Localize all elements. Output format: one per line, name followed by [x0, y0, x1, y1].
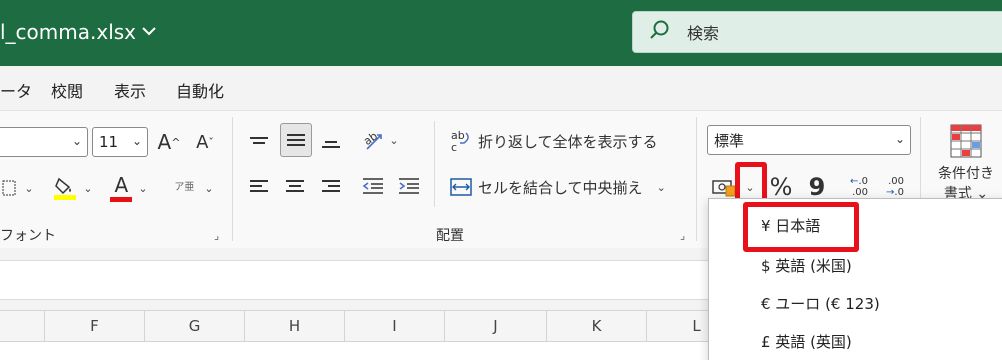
accounting-format-button[interactable]	[710, 173, 738, 201]
number-format-combo[interactable]: 標準 ⌄	[707, 125, 911, 155]
title-bar: l_comma.xlsx 検索	[0, 0, 1002, 66]
increase-decimal-top: .0	[858, 176, 868, 187]
accounting-format-icon	[712, 180, 736, 197]
column-header-h[interactable]: H	[245, 311, 345, 341]
menu-item-dollar[interactable]: $ 英語 (米国)	[761, 255, 852, 276]
column-header-k[interactable]: K	[547, 311, 647, 341]
fill-color-button[interactable]: ⌄	[50, 171, 96, 205]
decrease-decimal-top: .00	[888, 176, 904, 187]
chevron-down-icon	[142, 24, 156, 40]
align-bottom-icon	[322, 138, 340, 151]
chevron-down-icon: ⌄	[24, 181, 34, 195]
decrease-indent-icon	[362, 178, 383, 194]
align-center-button[interactable]	[282, 171, 308, 201]
font-size-combo[interactable]: 11 ⌄	[92, 127, 148, 157]
merge-center-label: セルを結合して中央揃え	[478, 178, 643, 197]
column-header-g[interactable]: G	[145, 311, 245, 341]
inner-divider	[434, 121, 435, 207]
align-middle-button[interactable]	[280, 123, 312, 157]
font-color-button[interactable]: A ⌄	[106, 171, 152, 205]
search-icon	[649, 19, 671, 45]
menu-item-pound[interactable]: £ 英語 (英国)	[761, 331, 852, 352]
font-color-letter: A	[114, 172, 129, 197]
chevron-down-icon: ⌄	[71, 134, 82, 148]
search-placeholder: 検索	[687, 24, 720, 43]
column-header-e[interactable]	[0, 311, 45, 341]
merge-cells-icon	[450, 178, 472, 196]
file-name[interactable]: l_comma.xlsx	[0, 20, 156, 44]
tab-data[interactable]: ータ	[0, 78, 32, 102]
orientation-button[interactable]: ab ⌄	[356, 125, 404, 155]
conditional-format-button[interactable]: 条件付き 書式 ⌄	[930, 123, 1002, 209]
group-divider	[232, 117, 233, 241]
dialog-launcher-icon[interactable]: ⌟	[214, 229, 219, 242]
highlight-yen-item	[743, 202, 859, 252]
borders-icon	[2, 180, 16, 196]
text-orientation-icon: ab	[362, 129, 383, 150]
align-right-button[interactable]	[318, 171, 344, 201]
tab-review[interactable]: 校閲	[51, 78, 83, 102]
comma-label: 9	[808, 173, 826, 201]
align-right-icon	[322, 177, 340, 195]
conditional-format-label: 条件付き	[938, 166, 994, 182]
increase-decimal-icon: ←.0.00	[850, 176, 868, 198]
wrap-text-label: 折り返して全体を表示する	[478, 132, 658, 151]
align-center-icon	[286, 177, 304, 195]
align-bottom-button[interactable]	[318, 129, 344, 159]
borders-button[interactable]: ⌄	[0, 173, 36, 203]
chevron-down-icon: ⌄	[138, 181, 148, 195]
alignment-group-label: 配置	[436, 228, 464, 244]
chevron-down-icon: ⌄	[131, 134, 142, 148]
increase-decimal-bottom: .00	[852, 187, 868, 198]
svg-text:c: c	[451, 141, 457, 153]
chevron-down-icon: ⌄	[83, 181, 93, 195]
percent-label: %	[769, 173, 793, 201]
decrease-decimal-bottom: .0	[894, 187, 904, 198]
align-middle-icon	[287, 131, 305, 149]
font-size-value: 11	[99, 133, 119, 151]
column-header-f[interactable]: F	[45, 311, 145, 341]
conditional-format-icon	[950, 124, 982, 158]
wrap-text-button[interactable]: ab c 折り返して全体を表示する	[450, 125, 666, 157]
decrease-decimal-icon: .00 →.0	[886, 176, 904, 198]
menu-item-euro[interactable]: € ユーロ (€ 123)	[761, 293, 880, 314]
shrink-font-label: A	[196, 131, 209, 153]
font-color-icon: A	[110, 172, 133, 202]
align-left-icon	[250, 177, 268, 195]
chevron-down-icon: ⌄	[204, 181, 214, 195]
column-header-i[interactable]: I	[345, 311, 445, 341]
shrink-font-button[interactable]: Aˇ	[192, 127, 218, 157]
grow-font-label: A	[157, 130, 172, 154]
decrease-indent-button[interactable]	[360, 171, 386, 201]
font-name-combo[interactable]: ⌄	[0, 127, 88, 157]
chevron-down-icon: ⌄	[656, 180, 666, 194]
dialog-launcher-icon[interactable]: ⌟	[680, 229, 685, 242]
increase-indent-button[interactable]	[396, 171, 422, 201]
search-box[interactable]: 検索	[632, 11, 1002, 53]
file-name-label: l_comma.xlsx	[0, 20, 137, 44]
phonetic-icon: ア亜	[174, 182, 195, 193]
tab-automate[interactable]: 自動化	[176, 78, 224, 102]
align-left-button[interactable]	[246, 171, 272, 201]
increase-indent-icon	[399, 178, 419, 194]
tab-view[interactable]: 表示	[114, 78, 146, 102]
paint-bucket-icon	[54, 177, 77, 200]
phonetic-button[interactable]: ア亜 ⌄	[170, 171, 218, 205]
group-divider	[696, 117, 697, 241]
align-top-icon	[250, 134, 268, 147]
number-format-value: 標準	[714, 131, 745, 150]
grow-font-button[interactable]: A ^	[156, 127, 182, 157]
wrap-text-icon: ab c	[451, 129, 469, 153]
chevron-down-icon: ⌄	[389, 133, 399, 147]
ribbon-tabs: ータ 校閲 表示 自動化	[0, 66, 1002, 110]
font-group-label: フォント	[0, 228, 56, 244]
column-header-j[interactable]: J	[445, 311, 547, 341]
chevron-down-icon: ⌄	[894, 132, 905, 146]
align-top-button[interactable]	[246, 125, 272, 155]
merge-center-button[interactable]: セルを結合して中央揃え ⌄	[450, 171, 670, 203]
